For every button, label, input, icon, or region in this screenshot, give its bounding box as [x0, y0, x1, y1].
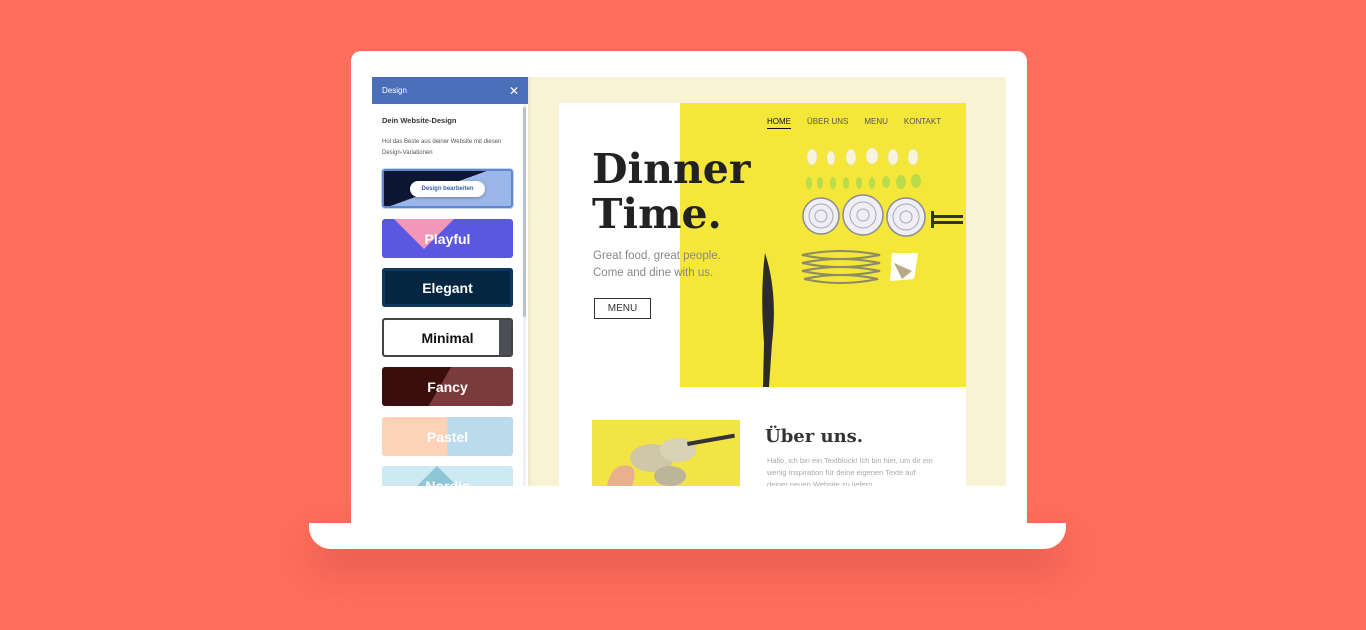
design-card-playful[interactable]: Playful	[382, 219, 513, 258]
design-card-label: Fancy	[427, 378, 468, 395]
nav-menu[interactable]: MENU	[864, 117, 888, 129]
nav-about[interactable]: ÜBER UNS	[807, 117, 848, 129]
laptop-base	[309, 523, 1066, 549]
website-preview: HOME ÜBER UNS MENU KONTAKT Dinner Time. …	[559, 103, 966, 486]
design-card-nordic[interactable]: Nordic	[382, 466, 513, 486]
panel-description: Hol das Beste aus deiner Website mit die…	[382, 139, 502, 156]
about-title: Über uns.	[765, 426, 864, 447]
about-text: Hallo, ich bin ein Textblock! Ich bin hi…	[767, 456, 933, 486]
design-card-label: Pastel	[426, 428, 469, 445]
about-image	[592, 420, 740, 486]
hero-subtitle: Great food, great people. Come and dine …	[593, 250, 721, 279]
site-nav: HOME ÜBER UNS MENU KONTAKT	[767, 117, 941, 129]
menu-button[interactable]: MENU	[594, 298, 651, 319]
design-card-label: Playful	[424, 230, 471, 247]
panel-header-title: Design	[382, 86, 407, 95]
panel-section-title: Dein Website-Design	[382, 116, 457, 125]
editor-viewport: HOME ÜBER UNS MENU KONTAKT Dinner Time. …	[372, 77, 1006, 486]
panel-header: Design ✕	[372, 77, 528, 104]
hero-title: Dinner Time.	[592, 145, 751, 238]
panel-scroll-thumb[interactable]	[523, 107, 526, 317]
design-card-current[interactable]: Design bearbeiten	[382, 169, 513, 208]
edit-design-button[interactable]: Design bearbeiten	[410, 180, 485, 197]
nav-contact[interactable]: KONTAKT	[904, 117, 941, 129]
design-card-minimal[interactable]: Minimal	[382, 318, 513, 357]
design-card-pastel[interactable]: Pastel	[382, 417, 513, 456]
design-card-elegant[interactable]: Elegant	[382, 268, 513, 307]
design-panel: Design ✕ Dein Website-Design Hol das Bes…	[372, 77, 528, 486]
design-card-fancy[interactable]: Fancy	[382, 367, 513, 406]
design-card-label: Minimal	[421, 329, 474, 346]
design-card-label: Elegant	[422, 279, 473, 296]
design-card-label: Nordic	[425, 477, 470, 487]
nav-home[interactable]: HOME	[767, 117, 791, 129]
close-icon[interactable]: ✕	[509, 85, 519, 97]
